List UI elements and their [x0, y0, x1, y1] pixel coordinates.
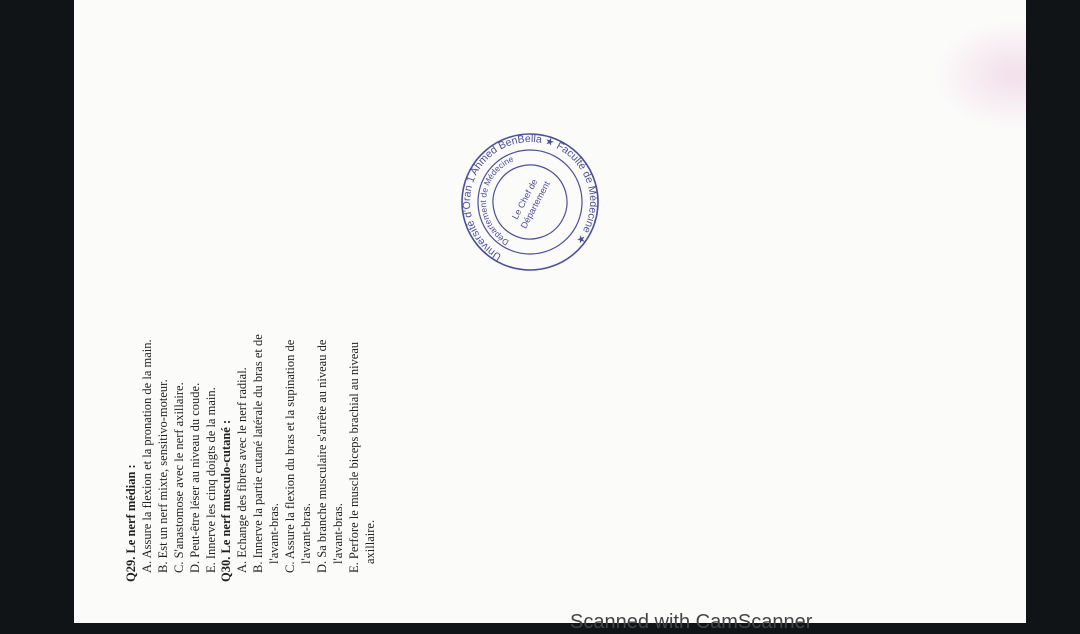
question-option: B. Innerve la partie cutané latérale du …: [251, 334, 282, 573]
question-q29: Q29. Le nerf médian : A. Assure la flexi…: [124, 312, 219, 582]
question-option: B. Est un nerf mixte, sensitivo-moteur.: [155, 379, 170, 573]
department-stamp: Université d'Oran 1 Ahmed BenBella ★ Fac…: [459, 131, 601, 273]
question-q30: Q30. Le nerf musculo-cutané : A. Echange…: [219, 312, 378, 582]
scanned-page: Q29. Le nerf médian : A. Assure la flexi…: [74, 0, 1026, 623]
pink-smudge: [934, 20, 1026, 130]
question-option: A. Assure la flexion et la pronation de …: [139, 339, 154, 573]
question-option: D. Sa branche musculaire s'arrête au niv…: [314, 339, 345, 573]
question-title: Q29. Le nerf médian :: [124, 464, 138, 582]
question-option: E. Perfore le muscle biceps brachial au …: [346, 341, 377, 573]
question-title: Q30. Le nerf musculo-cutané :: [219, 419, 234, 582]
rotated-question-block: Q29. Le nerf médian : A. Assure la flexi…: [124, 312, 399, 582]
question-option: A. Echange des fibres avec le nerf radia…: [235, 367, 250, 573]
question-option: C. Assure la flexion du bras et la supin…: [283, 339, 313, 573]
question-option: C. S'anastomose avec le nerf axillaire.: [171, 382, 186, 573]
question-option: D. Peut-être léser au niveau du coude.: [187, 382, 202, 573]
question-option: E. Innerve les cinq doigts de la main.: [203, 387, 218, 573]
